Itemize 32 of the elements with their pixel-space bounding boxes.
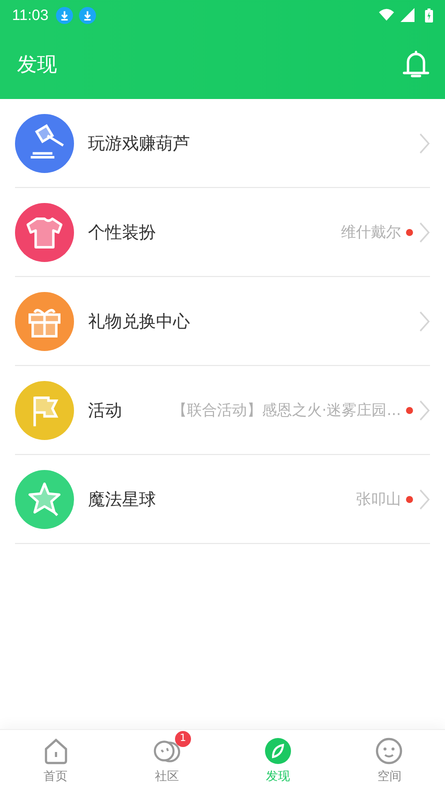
chevron-icon bbox=[419, 488, 430, 510]
nav-tab[interactable]: 首页 bbox=[0, 730, 112, 791]
leaf-icon bbox=[264, 736, 292, 764]
bell-icon[interactable] bbox=[402, 50, 430, 80]
item-title: 礼物兑换中心 bbox=[88, 310, 190, 332]
page-title: 发现 bbox=[17, 51, 58, 78]
item-title: 个性装扮 bbox=[88, 222, 156, 244]
download-icon bbox=[56, 6, 74, 24]
item-subtitle: 维什戴尔 bbox=[340, 222, 401, 242]
list-item[interactable]: 礼物兑换中心 bbox=[15, 277, 430, 366]
smiley-icon bbox=[375, 736, 404, 764]
chevron-icon bbox=[419, 310, 430, 332]
wifi-icon bbox=[379, 8, 394, 22]
item-title: 活动 bbox=[88, 400, 122, 422]
list-item[interactable]: 活动 【联合活动】感恩之火·迷雾庄园... bbox=[15, 366, 430, 455]
chevron-icon bbox=[419, 222, 430, 242]
item-title: 魔法星球 bbox=[88, 488, 156, 510]
status-time: 11:03 bbox=[12, 6, 48, 24]
list-item[interactable]: 魔法星球 张叩山 bbox=[15, 455, 430, 544]
list-item[interactable]: 个性装扮 维什戴尔 bbox=[15, 188, 430, 277]
list-item[interactable]: 玩游戏赚葫芦 bbox=[15, 99, 430, 188]
nav-tab[interactable]: 1 社区 bbox=[111, 730, 222, 791]
chevron-icon bbox=[419, 132, 430, 154]
item-subtitle: 张叩山 bbox=[355, 490, 401, 508]
count-badge: 1 bbox=[174, 730, 191, 746]
battery-icon bbox=[425, 8, 433, 22]
item-subtitle: 【联合活动】感恩之火·迷雾庄园... bbox=[170, 400, 401, 420]
item-title: 玩游戏赚葫芦 bbox=[88, 132, 190, 154]
download-icon bbox=[79, 6, 96, 24]
chevron-icon bbox=[419, 400, 430, 420]
signal-icon bbox=[400, 8, 415, 22]
nav-tab[interactable]: 空间 bbox=[334, 730, 445, 791]
